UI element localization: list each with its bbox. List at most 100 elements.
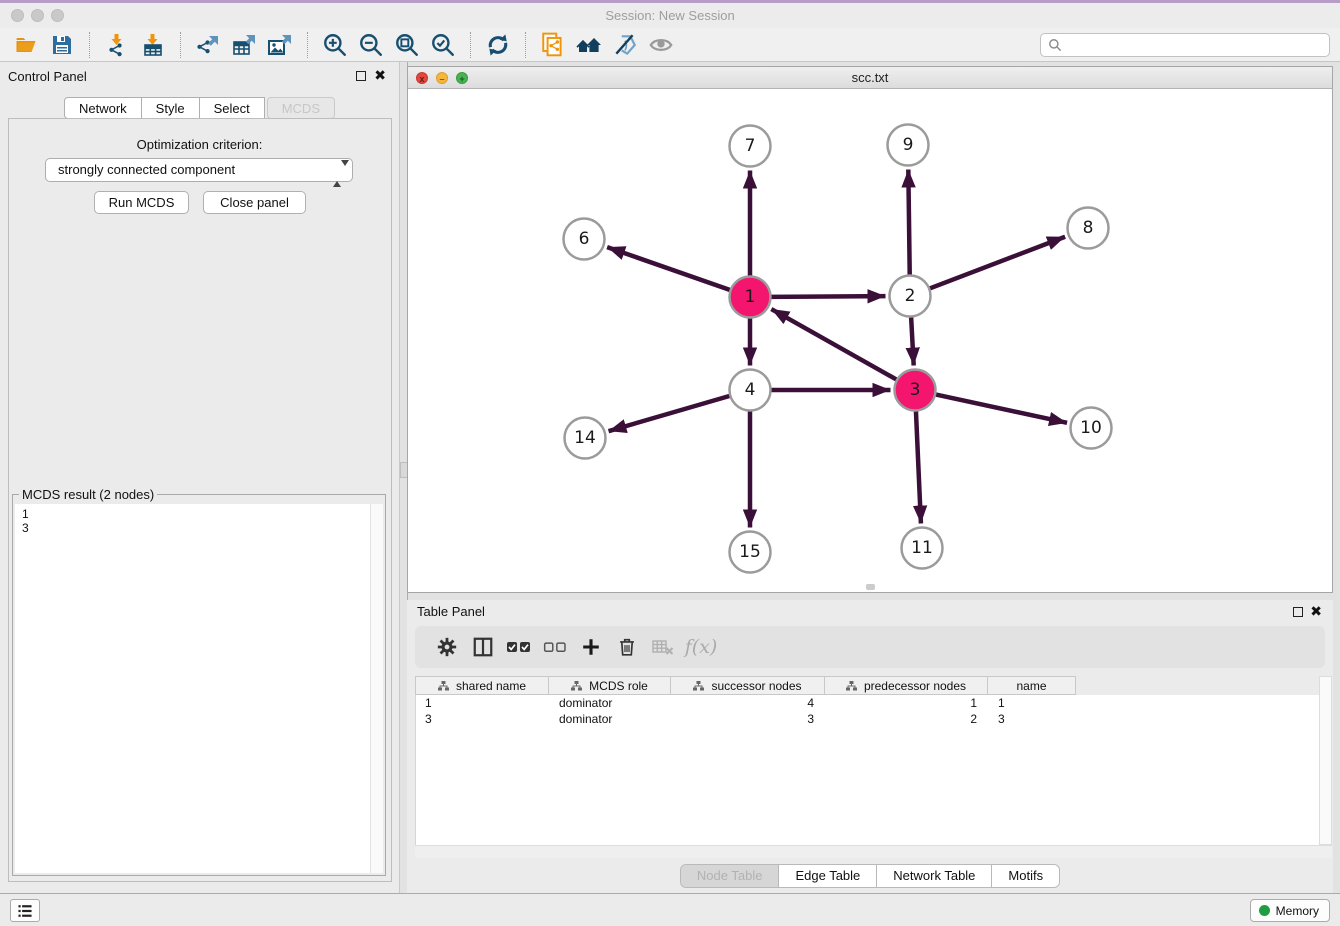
table-row[interactable]: 1dominator411 xyxy=(416,695,1319,711)
table-cell[interactable]: 1 xyxy=(826,695,989,711)
table-horizontal-scrollbar[interactable] xyxy=(415,845,1332,858)
tab-select[interactable]: Select xyxy=(200,97,265,119)
show-columns-button[interactable] xyxy=(465,630,501,664)
table-close-button[interactable]: ✖ xyxy=(1310,602,1322,620)
node-6[interactable]: 6 xyxy=(564,219,605,260)
table-cell[interactable]: 2 xyxy=(826,711,989,727)
edge-2-8[interactable] xyxy=(930,237,1065,289)
table-float-button[interactable] xyxy=(1293,607,1303,617)
mcds-result-area[interactable]: 1 3 xyxy=(15,504,383,873)
deselect-all-button[interactable] xyxy=(537,630,573,664)
import-table-button[interactable] xyxy=(138,31,168,59)
node-4[interactable]: 4 xyxy=(730,370,771,411)
zoom-out-button[interactable] xyxy=(356,31,386,59)
memory-button[interactable]: Memory xyxy=(1250,899,1330,922)
edge-3-10[interactable] xyxy=(936,395,1067,423)
table-row[interactable]: 3dominator323 xyxy=(416,711,1319,727)
home-icon xyxy=(575,33,603,57)
table-cell[interactable]: 3 xyxy=(672,711,826,727)
delete-table-icon xyxy=(651,637,675,657)
open-session-button[interactable] xyxy=(11,31,41,59)
table-cell[interactable]: 4 xyxy=(672,695,826,711)
show-hide-panels-button[interactable] xyxy=(646,31,676,59)
network-graph[interactable]: 7 9 6 8 1 2 4 3 14 10 15 11 xyxy=(408,89,1332,592)
export-table-button[interactable] xyxy=(229,31,259,59)
delete-table-button[interactable] xyxy=(645,630,681,664)
tab-mcds[interactable]: MCDS xyxy=(267,97,335,119)
save-session-button[interactable] xyxy=(47,31,77,59)
node-11[interactable]: 11 xyxy=(902,528,943,569)
hide-graphics-details-button[interactable] xyxy=(610,31,640,59)
column-header-mcds-role[interactable]: MCDS role xyxy=(549,676,671,695)
select-all-button[interactable] xyxy=(501,630,537,664)
close-panel-button-2[interactable]: Close panel xyxy=(203,191,306,214)
search-box[interactable] xyxy=(1040,33,1330,57)
node-9[interactable]: 9 xyxy=(888,125,929,166)
edge-1-6[interactable] xyxy=(607,247,730,290)
edge-2-3[interactable] xyxy=(911,317,914,365)
duplicate-network-button[interactable] xyxy=(538,31,568,59)
column-header-name[interactable]: name xyxy=(988,676,1076,695)
table-cell[interactable]: 1 xyxy=(989,695,1077,711)
node-1[interactable]: 1 xyxy=(730,277,771,318)
node-7[interactable]: 7 xyxy=(730,126,771,167)
open-folder-icon xyxy=(14,33,39,57)
zoom-selected-button[interactable] xyxy=(428,31,458,59)
edge-2-9[interactable] xyxy=(908,169,909,274)
table-cell[interactable]: 3 xyxy=(416,711,550,727)
export-network-button[interactable] xyxy=(193,31,223,59)
network-scroll-thumb[interactable] xyxy=(866,584,875,590)
zoom-fit-button[interactable] xyxy=(392,31,422,59)
close-panel-button[interactable]: ✖ xyxy=(374,66,386,84)
criterion-select[interactable]: strongly connected component xyxy=(45,158,353,182)
close-window-button[interactable] xyxy=(11,9,24,22)
node-14[interactable]: 14 xyxy=(565,418,606,459)
import-network-button[interactable] xyxy=(102,31,132,59)
node-10[interactable]: 10 xyxy=(1071,408,1112,449)
node-2[interactable]: 2 xyxy=(890,276,931,317)
tab-network-table[interactable]: Network Table xyxy=(876,865,991,887)
zoom-in-button[interactable] xyxy=(320,31,350,59)
edge-1-2[interactable] xyxy=(771,296,885,297)
table-vertical-scrollbar[interactable] xyxy=(1319,676,1332,845)
network-close-button[interactable]: x xyxy=(416,72,428,84)
table-cell[interactable]: dominator xyxy=(550,695,672,711)
table-toolbar: f(x) xyxy=(415,626,1325,668)
zoom-window-button[interactable] xyxy=(51,9,64,22)
table-cell[interactable]: 3 xyxy=(989,711,1077,727)
float-panel-button[interactable] xyxy=(356,71,366,81)
task-history-button[interactable] xyxy=(10,899,40,922)
column-header-successor-nodes[interactable]: successor nodes xyxy=(671,676,825,695)
table-settings-button[interactable] xyxy=(429,630,465,664)
node-3[interactable]: 3 xyxy=(895,370,936,411)
column-header-label: predecessor nodes xyxy=(864,679,966,693)
network-window-titlebar[interactable]: x – + scc.txt xyxy=(408,67,1332,89)
apply-layout-button[interactable] xyxy=(483,31,513,59)
function-builder-button[interactable]: f(x) xyxy=(681,630,717,664)
node-15[interactable]: 15 xyxy=(730,532,771,573)
tab-motifs[interactable]: Motifs xyxy=(991,865,1059,887)
network-minimize-button[interactable]: – xyxy=(436,72,448,84)
create-column-button[interactable] xyxy=(573,630,609,664)
home-button[interactable] xyxy=(574,31,604,59)
tab-network[interactable]: Network xyxy=(64,97,142,119)
select-all-icon xyxy=(506,638,532,656)
tab-style[interactable]: Style xyxy=(142,97,200,119)
minimize-window-button[interactable] xyxy=(31,9,44,22)
column-header-shared-name[interactable]: shared name xyxy=(415,676,549,695)
network-zoom-button[interactable]: + xyxy=(456,72,468,84)
search-input[interactable] xyxy=(1067,38,1329,52)
column-header-predecessor-nodes[interactable]: predecessor nodes xyxy=(825,676,988,695)
tab-node-table[interactable]: Node Table xyxy=(681,865,779,887)
edge-4-14[interactable] xyxy=(609,396,730,431)
table-cell[interactable]: dominator xyxy=(550,711,672,727)
edge-3-1[interactable] xyxy=(771,309,896,379)
delete-columns-button[interactable] xyxy=(609,630,645,664)
mcds-result-scrollbar[interactable] xyxy=(370,504,383,873)
export-image-button[interactable] xyxy=(265,31,295,59)
node-8[interactable]: 8 xyxy=(1068,208,1109,249)
run-mcds-button[interactable]: Run MCDS xyxy=(94,191,189,214)
tab-edge-table[interactable]: Edge Table xyxy=(778,865,876,887)
edge-3-11[interactable] xyxy=(916,411,921,523)
table-cell[interactable]: 1 xyxy=(416,695,550,711)
